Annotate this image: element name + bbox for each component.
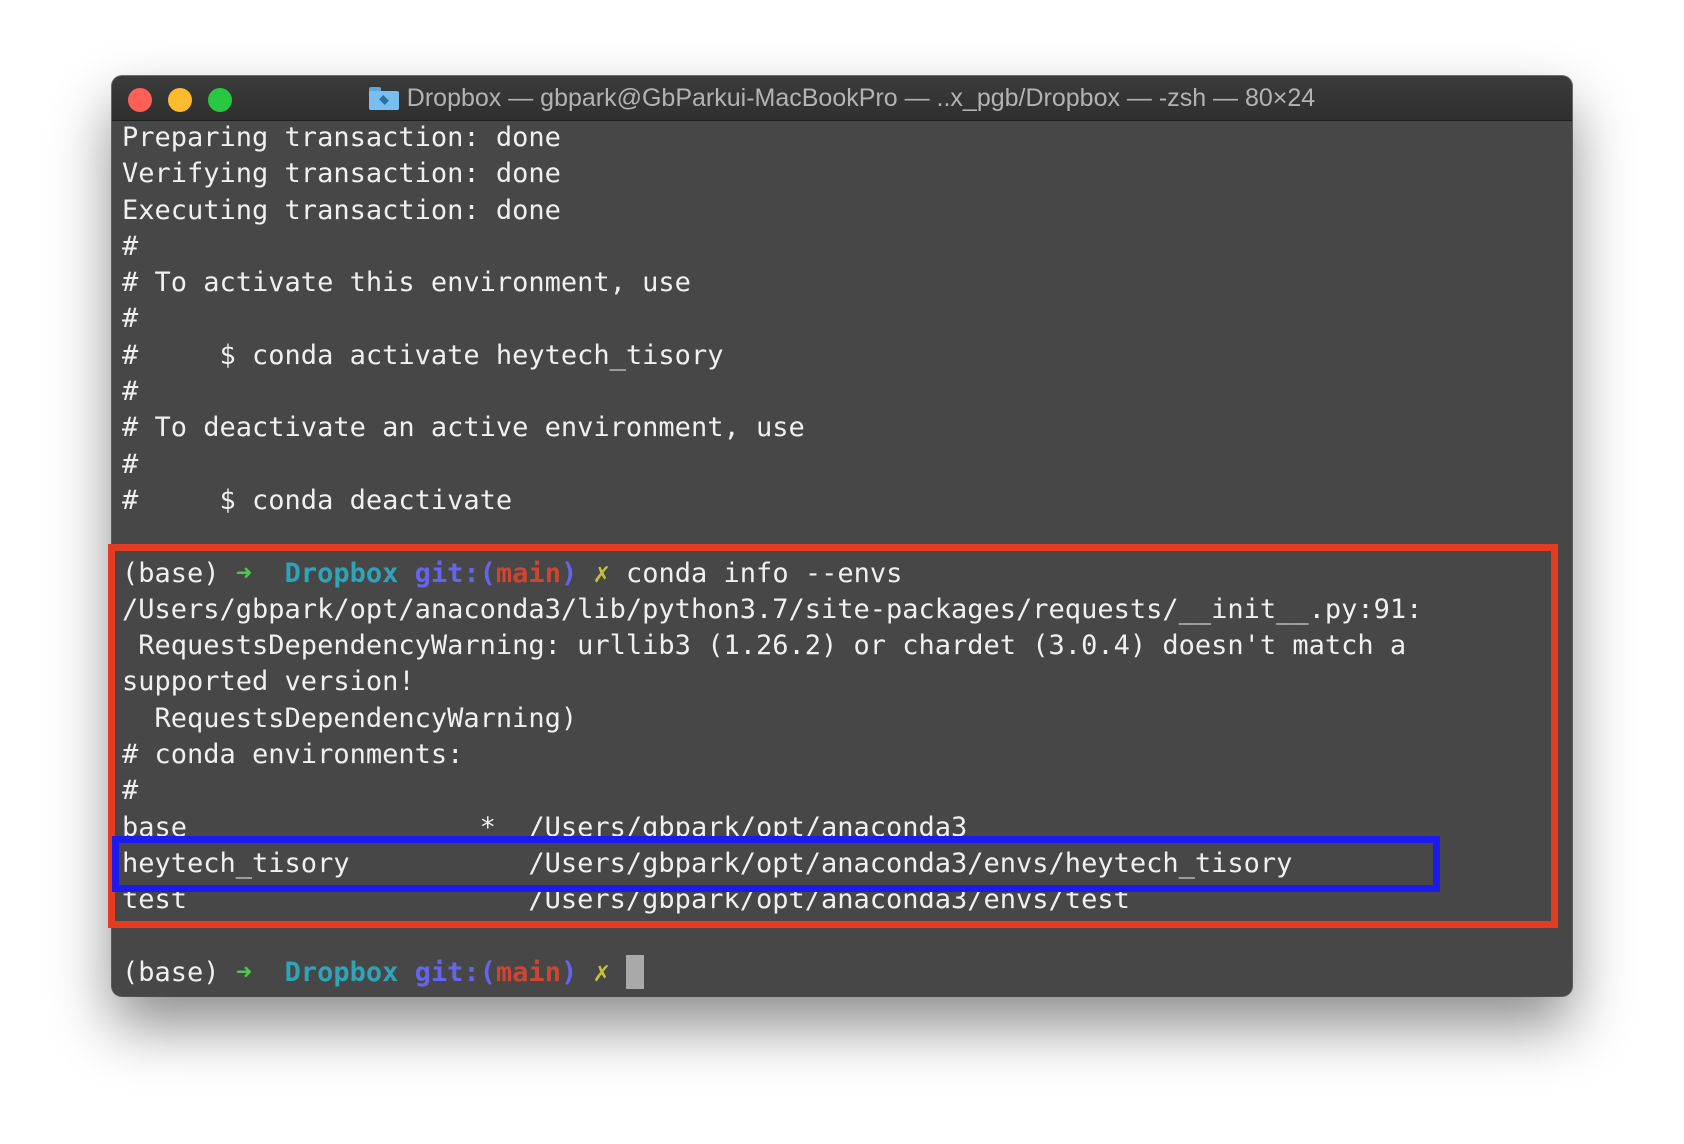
prompt-dirty-icon: ✗ [593,557,610,589]
prompt-git-open: git:( [414,557,496,589]
terminal-content[interactable]: Preparing transaction: done Verifying tr… [122,120,1562,996]
prompt-directory: Dropbox [284,557,399,589]
output-line: # [122,303,139,335]
command-output-line: RequestsDependencyWarning: urllib3 (1.26… [122,630,1407,662]
window-title-text: Dropbox — gbpark@GbParkui-MacBookPro — .… [406,84,1316,112]
output-line: Verifying transaction: done [122,158,561,190]
env-row-base: base * /Users/gbpark/opt/anaconda3 [122,811,968,843]
window-title: Dropbox — gbpark@GbParkui-MacBookPro — .… [112,76,1572,120]
command-output-line: /Users/gbpark/opt/anaconda3/lib/python3.… [122,593,1423,625]
prompt-branch: main [495,956,561,988]
output-line: # [122,448,139,480]
prompt-arrow-icon: ➜ [235,557,253,589]
terminal-window[interactable]: Dropbox — gbpark@GbParkui-MacBookPro — .… [112,76,1572,996]
text-cursor[interactable] [626,954,645,989]
prompt-git-close: ) [560,956,578,988]
prompt-line: (base) ➜ Dropbox git:(main) ✗ conda info… [122,556,1562,592]
command-output-line: # [122,775,139,807]
output-line: # [122,376,139,408]
prompt-git-open: git:( [414,956,496,988]
output-line: # $ conda activate heytech_tisory [122,339,724,371]
active-prompt-line[interactable]: (base) ➜ Dropbox git:(main) ✗ [122,954,1562,991]
output-line: Preparing transaction: done [122,122,561,153]
output-line: # $ conda deactivate [122,484,513,516]
prompt-arrow-icon: ➜ [235,956,253,988]
command-output-line: # conda environments: [122,739,464,771]
prompt-branch: main [495,557,561,589]
prompt-dirty-icon: ✗ [593,956,610,988]
output-line: # To deactivate an active environment, u… [122,412,805,444]
prompt-git-close: ) [560,557,578,589]
env-row-test: test /Users/gbpark/opt/anaconda3/envs/te… [122,884,1130,916]
title-bar[interactable]: Dropbox — gbpark@GbParkui-MacBookPro — .… [112,76,1572,121]
env-row-heytech-tisory: heytech_tisory /Users/gbpark/opt/anacond… [122,847,1293,879]
dropbox-folder-icon [368,87,399,110]
command-output-line: RequestsDependencyWarning) [122,702,578,734]
output-line: # To activate this environment, use [122,267,691,299]
prompt-directory: Dropbox [284,956,399,988]
command-output-line: supported version! [122,666,415,698]
output-line: # [122,230,139,262]
output-line: Executing transaction: done [122,194,561,226]
entered-command: conda info --envs [626,557,903,589]
prompt-env: (base) [122,956,236,988]
prompt-env: (base) [122,557,236,589]
